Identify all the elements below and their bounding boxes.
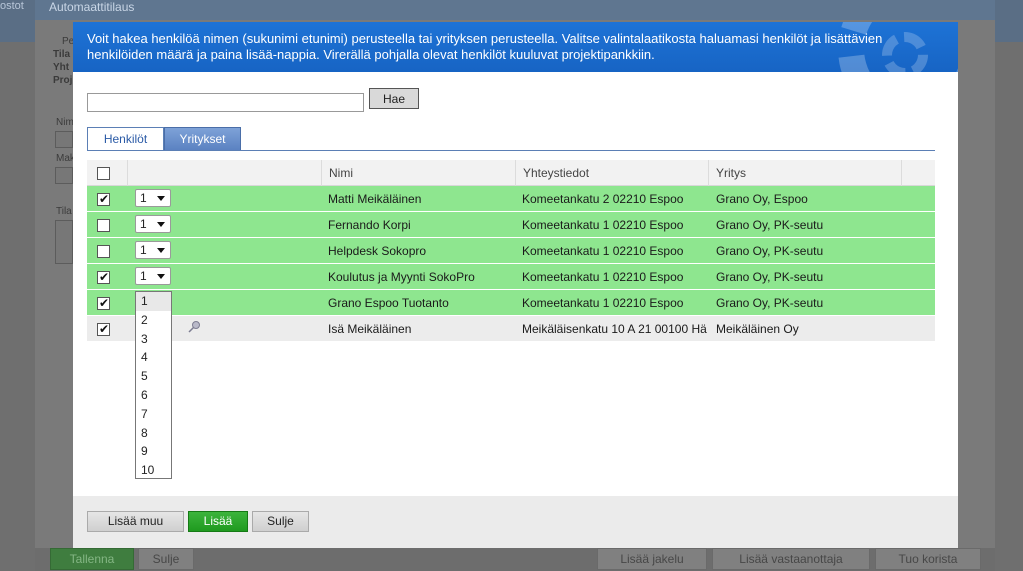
add-recipient-button[interactable]: Lisää vastaanottaja <box>712 548 870 570</box>
add-button[interactable]: Lisää <box>188 511 248 532</box>
dropdown-option[interactable]: 5 <box>136 367 171 386</box>
dropdown-option[interactable]: 10 <box>136 461 171 480</box>
dialog-instructions: Voit hakea henkilöä nimen (sukunimi etun… <box>87 31 883 62</box>
row-company: Grano Oy, PK-seutu <box>716 296 824 310</box>
row-company: Grano Oy, PK-seutu <box>716 270 824 284</box>
add-distribution-button[interactable]: Lisää jakelu <box>597 548 707 570</box>
background-window-title: Automaattitilaus <box>49 0 135 14</box>
dropdown-option[interactable]: 1 <box>136 292 171 311</box>
dropdown-option[interactable]: 6 <box>136 386 171 405</box>
background-left-fragment: ostot <box>0 0 24 12</box>
add-other-button[interactable]: Lisää muu <box>87 511 184 532</box>
chevron-down-icon <box>157 248 165 253</box>
pin-icon[interactable] <box>187 320 201 334</box>
table-header: Nimi Yhteystiedot Yritys <box>87 160 935 186</box>
close-button[interactable]: Sulje <box>252 511 309 532</box>
dropdown-option[interactable]: 3 <box>136 330 171 349</box>
row-contact: Komeetankatu 1 02210 Espoo <box>522 218 684 232</box>
row-checkbox[interactable]: ✔ <box>97 192 110 206</box>
search-button[interactable]: Hae <box>369 88 419 109</box>
row-company: Meikäläinen Oy <box>716 322 799 336</box>
row-contact: Meikäläisenkatu 10 A 21 00100 Härm <box>522 322 707 336</box>
row-checkbox[interactable]: ✔ <box>97 322 110 336</box>
checkmark-icon: ✔ <box>99 192 110 206</box>
row-contact: Komeetankatu 1 02210 Espoo <box>522 270 684 284</box>
background-label: Tila <box>56 206 72 217</box>
row-company: Grano Oy, PK-seutu <box>716 244 824 258</box>
header-contact[interactable]: Yhteystiedot <box>516 160 709 186</box>
quantity-dropdown-list[interactable]: 1 2 3 4 5 6 7 8 9 10 <box>135 291 172 479</box>
row-name: Matti Meikäläinen <box>328 192 422 206</box>
header-quantity-cell <box>128 160 322 186</box>
persons-table: Nimi Yhteystiedot Yritys ✔ 1 Matti Meikä… <box>87 160 935 342</box>
background-label: Nim <box>56 117 74 128</box>
quantity-select[interactable]: 1 <box>135 241 171 259</box>
row-name: Fernando Korpi <box>328 218 411 232</box>
dropdown-option[interactable]: 9 <box>136 442 171 461</box>
select-all-checkbox[interactable] <box>97 167 110 180</box>
row-name: Koulutus ja Myynti SokoPro <box>328 270 475 284</box>
row-contact: Komeetankatu 1 02210 Espoo <box>522 244 684 258</box>
table-row[interactable]: 1 Fernando Korpi Komeetankatu 1 02210 Es… <box>87 212 935 238</box>
quantity-select[interactable]: 1 <box>135 267 171 285</box>
tab-divider <box>87 150 935 151</box>
table-row[interactable]: ✔ 1 Matti Meikäläinen Komeetankatu 2 022… <box>87 186 935 212</box>
quantity-value: 1 <box>140 191 147 205</box>
background-window-header: Automaattitilaus <box>35 0 995 20</box>
checkmark-icon: ✔ <box>99 296 110 310</box>
tab-persons[interactable]: Henkilöt <box>87 127 164 151</box>
save-button[interactable]: Tallenna <box>50 548 134 570</box>
person-search-dialog: Voit hakea henkilöä nimen (sukunimi etun… <box>73 22 958 548</box>
row-contact: Komeetankatu 1 02210 Espoo <box>522 296 684 310</box>
row-name: Grano Espoo Tuotanto <box>328 296 449 310</box>
table-row[interactable]: ✔ Grano Espoo Tuotanto Komeetankatu 1 02… <box>87 290 935 316</box>
row-name: Isä Meikäläinen <box>328 322 412 336</box>
dialog-footer: Lisää muu Lisää Sulje <box>73 496 958 548</box>
row-checkbox[interactable] <box>97 219 110 232</box>
header-select-cell <box>87 160 128 186</box>
table-row[interactable]: ✔ 1 Koulutus ja Myynti SokoPro Komeetank… <box>87 264 935 290</box>
tab-companies[interactable]: Yritykset <box>164 127 241 151</box>
empty-basket-button[interactable]: Tuo korista <box>875 548 981 570</box>
table-row[interactable]: ✔ Isä Meikäläinen Meikäläisenkatu 10 A 2… <box>87 316 935 342</box>
row-company: Grano Oy, PK-seutu <box>716 218 824 232</box>
background-field <box>55 167 73 184</box>
dropdown-option[interactable]: 7 <box>136 405 171 424</box>
quantity-select[interactable]: 1 <box>135 189 171 207</box>
background-field <box>55 131 73 148</box>
chevron-down-icon <box>157 222 165 227</box>
quantity-value: 1 <box>140 217 147 231</box>
background-field <box>55 220 73 264</box>
background-label: Yht <box>53 62 70 73</box>
quantity-select[interactable]: 1 <box>135 215 171 233</box>
search-input[interactable] <box>87 93 364 112</box>
dropdown-option[interactable]: 8 <box>136 424 171 443</box>
header-company[interactable]: Yritys <box>709 160 902 186</box>
row-checkbox[interactable]: ✔ <box>97 296 110 310</box>
background-label: Tila <box>53 49 71 60</box>
table-row[interactable]: 1 Helpdesk Sokopro Komeetankatu 1 02210 … <box>87 238 935 264</box>
checkmark-icon: ✔ <box>99 270 110 284</box>
chevron-down-icon <box>157 196 165 201</box>
quantity-value: 1 <box>140 243 147 257</box>
checkmark-icon: ✔ <box>99 322 110 336</box>
chevron-down-icon <box>157 274 165 279</box>
header-name[interactable]: Nimi <box>322 160 516 186</box>
dialog-banner: Voit hakea henkilöä nimen (sukunimi etun… <box>73 22 958 72</box>
row-checkbox[interactable] <box>97 245 110 258</box>
row-name: Helpdesk Sokopro <box>328 244 427 258</box>
row-company: Grano Oy, Espoo <box>716 192 808 206</box>
background-label: Proj <box>53 75 73 86</box>
quantity-value: 1 <box>140 269 147 283</box>
dropdown-option[interactable]: 4 <box>136 348 171 367</box>
row-checkbox[interactable]: ✔ <box>97 270 110 284</box>
dropdown-option[interactable]: 2 <box>136 311 171 330</box>
background-close-button[interactable]: Sulje <box>138 548 194 570</box>
row-contact: Komeetankatu 2 02210 Espoo <box>522 192 684 206</box>
